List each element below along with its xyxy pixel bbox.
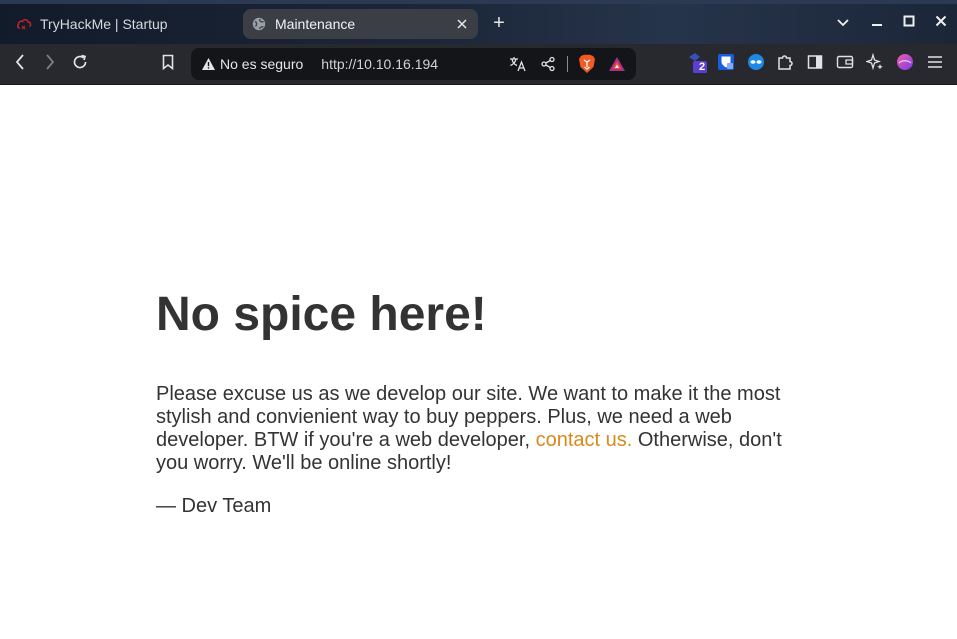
tab-title: Maintenance (275, 16, 356, 32)
signature: — Dev Team (156, 495, 272, 517)
tryhackme-cloud-icon (16, 16, 32, 32)
back-arrow-icon (15, 53, 25, 75)
main-menu-button[interactable] (925, 54, 945, 74)
minimize-icon (871, 14, 883, 32)
bookmark-button[interactable] (156, 52, 180, 76)
tab-tryhackme[interactable]: TryHackMe | Startup (8, 9, 232, 39)
tab-strip-edge (0, 0, 957, 4)
browser-toolbar: No es seguro http://10.10.16.194 2 (0, 44, 957, 85)
address-bar[interactable]: No es seguro http://10.10.16.194 (191, 48, 636, 80)
translate-icon[interactable] (507, 53, 529, 75)
chevron-down-icon (837, 14, 849, 32)
hamburger-icon (927, 55, 943, 74)
maintenance-message: Please excuse us as we develop our site.… (156, 383, 796, 475)
contact-us-link[interactable]: contact us. (536, 429, 633, 451)
brave-rewards-icon[interactable] (606, 53, 628, 75)
page-title: No spice here! (156, 288, 487, 341)
close-tab-icon[interactable] (452, 14, 472, 34)
sidebar-button[interactable] (805, 54, 825, 74)
close-icon (935, 14, 947, 32)
address-bar-separator (567, 56, 568, 72)
bookmark-icon (162, 54, 174, 75)
forward-arrow-icon (45, 53, 55, 75)
bitwarden-button[interactable] (716, 53, 736, 76)
wallet-button[interactable] (835, 54, 855, 74)
profile-button[interactable] (895, 53, 915, 76)
warning-icon[interactable] (200, 56, 216, 72)
tab-search-button[interactable] (832, 12, 854, 34)
forward-button[interactable] (38, 52, 62, 76)
page-content: No spice here! Please excuse us as we de… (0, 85, 957, 639)
extension-badge-button[interactable]: 2 (687, 52, 707, 74)
avatar (896, 53, 914, 76)
bitwarden-icon (717, 53, 735, 76)
wallet-icon (836, 54, 854, 75)
sidebar-icon (807, 54, 823, 75)
url-text[interactable]: http://10.10.16.194 (321, 56, 507, 72)
tab-maintenance[interactable]: Maintenance (243, 9, 478, 39)
maximize-button[interactable] (898, 12, 920, 34)
share-icon[interactable] (537, 53, 559, 75)
extensions-menu-button[interactable] (775, 54, 795, 74)
minimize-button[interactable] (866, 12, 888, 34)
back-button[interactable] (8, 52, 32, 76)
mask-icon (747, 53, 765, 76)
close-window-button[interactable] (930, 12, 952, 34)
puzzle-icon (776, 53, 794, 76)
reload-button[interactable] (68, 52, 92, 76)
mask-extension-button[interactable] (746, 53, 766, 76)
tab-strip: TryHackMe | Startup Maintenance + (0, 0, 957, 44)
brave-shields-icon[interactable] (576, 53, 598, 75)
leo-ai-button[interactable] (864, 52, 885, 76)
tab-title: TryHackMe | Startup (40, 16, 168, 32)
new-tab-button[interactable]: + (488, 12, 510, 34)
reload-icon (72, 54, 88, 75)
globe-icon (251, 16, 267, 32)
sparkle-icon (864, 52, 884, 76)
security-label[interactable]: No es seguro (220, 56, 303, 72)
maximize-icon (903, 14, 915, 32)
extension-badge-count: 2 (698, 61, 706, 73)
